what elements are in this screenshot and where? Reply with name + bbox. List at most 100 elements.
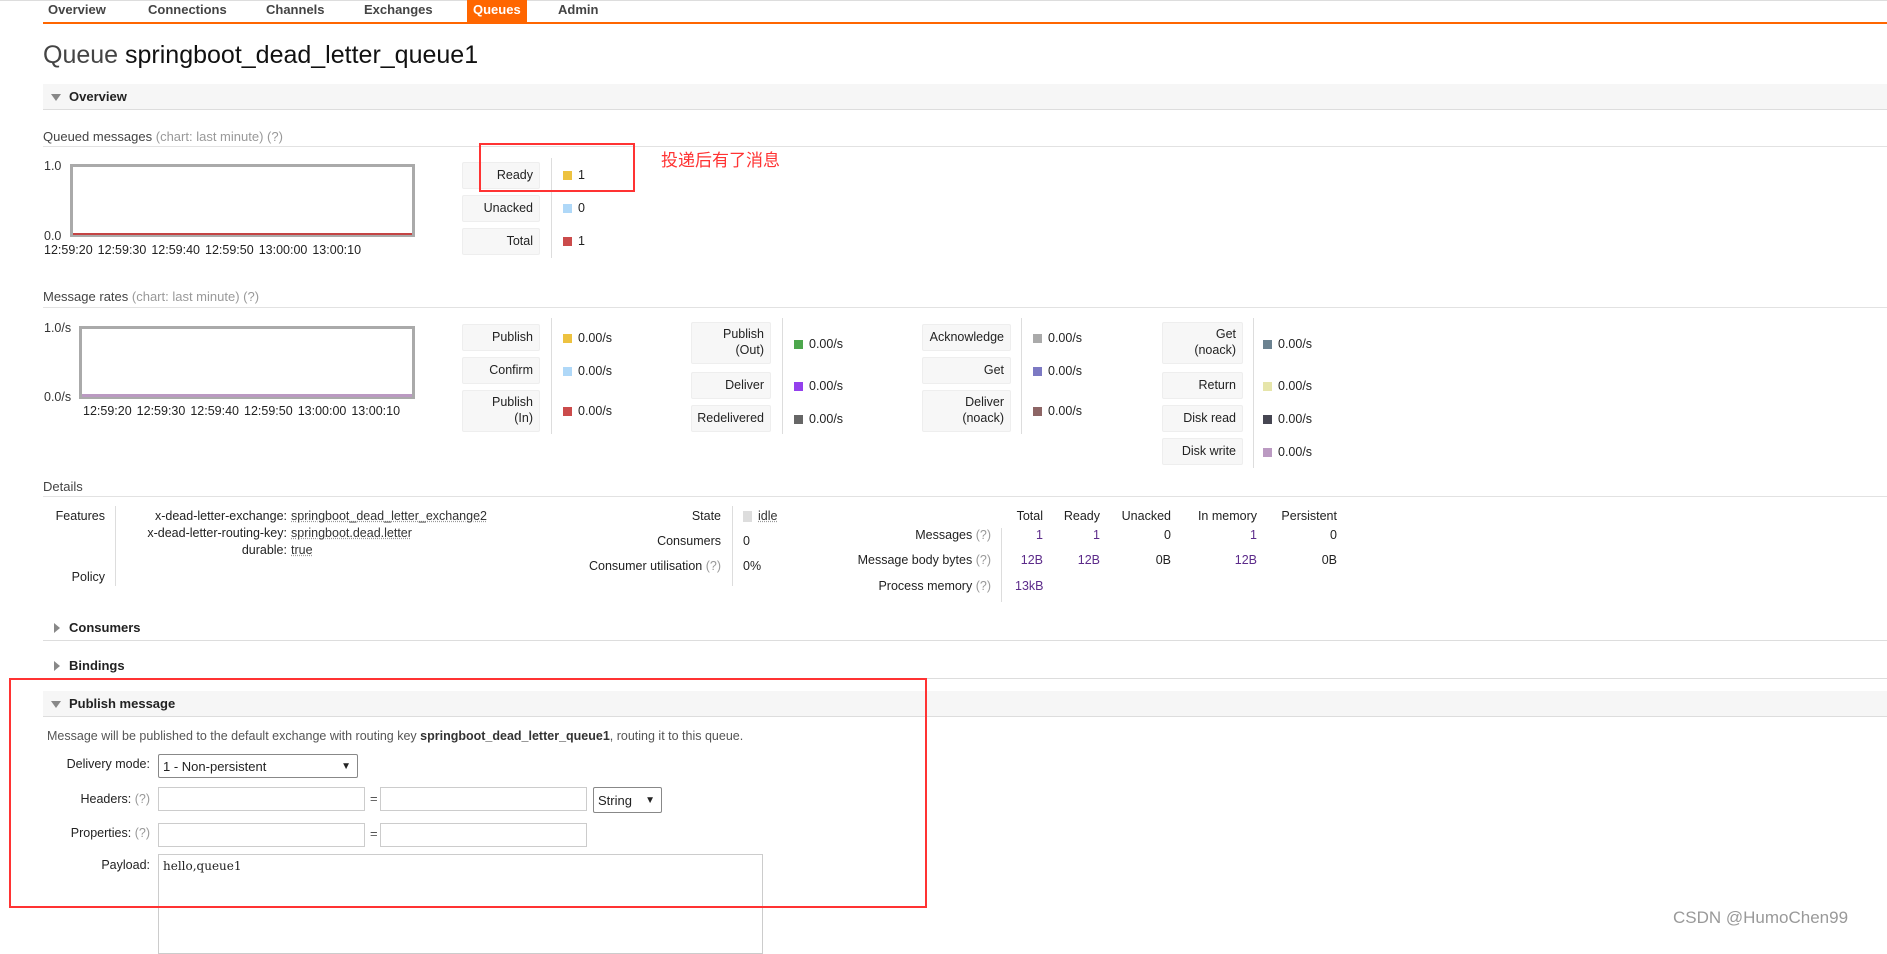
rate-acknowledge-button[interactable]: Acknowledge	[922, 324, 1011, 351]
watermark: CSDN @HumoChen99	[1673, 908, 1849, 927]
stat-value: 12B	[1077, 553, 1100, 567]
chart-series-line	[82, 394, 412, 397]
swatch	[1263, 447, 1272, 457]
rate-publish-button[interactable]: Publish	[462, 324, 540, 351]
x-tick: 12:59:20	[44, 243, 93, 257]
state-label: State	[691, 509, 721, 523]
triangle-right-icon	[54, 661, 60, 671]
x-tick: 13:00:00	[297, 404, 347, 418]
rate-value: 0.00/s	[578, 331, 613, 345]
utilisation-value: 0%	[743, 559, 762, 573]
y-tick: 1.0/s	[44, 321, 72, 335]
legend-total-button[interactable]: Total	[462, 228, 540, 255]
rate-value: 0.00/s	[1048, 404, 1083, 418]
x-tick: 13:00:10	[351, 404, 401, 418]
nav-tab-channels[interactable]: Channels	[266, 2, 325, 17]
stats-row-label: Messages (?)	[915, 528, 991, 542]
consumers-label: Consumers	[657, 534, 721, 548]
help-link[interactable]: (?)	[267, 129, 283, 144]
stat-value: 0B	[1155, 553, 1171, 567]
rate-value: 0.00/s	[1048, 364, 1083, 378]
utilisation-label: Consumer utilisation (?)	[588, 559, 721, 573]
chart-series-line	[73, 233, 412, 235]
rate-deliver-button[interactable]: Deliver	[691, 372, 771, 399]
nav-tab-admin[interactable]: Admin	[558, 2, 598, 17]
rate-redelivered-button[interactable]: Redelivered	[691, 405, 771, 432]
rate-disk-read-button[interactable]: Disk read	[1162, 405, 1243, 432]
page-title: Queue springboot_dead_letter_queue1	[43, 41, 479, 69]
x-tick: 12:59:50	[205, 243, 254, 257]
stat-value: 12B	[1234, 553, 1257, 567]
x-tick: 12:59:30	[97, 243, 147, 257]
y-tick: 0.0	[44, 229, 62, 243]
swatch	[563, 366, 572, 376]
rate-get-noack-button[interactable]: Get (noack)	[1162, 322, 1243, 364]
swatch	[563, 406, 572, 416]
annotation-text: 投递后有了消息	[661, 151, 780, 170]
queued-messages-chart	[70, 164, 415, 237]
help-link[interactable]: (?)	[243, 289, 259, 304]
section-bindings-toggle[interactable]: Bindings	[43, 653, 1887, 679]
stats-header: In memory	[1197, 509, 1257, 523]
swatch	[794, 339, 803, 349]
rate-publish-in-button[interactable]: Publish (In)	[462, 390, 540, 432]
section-consumers-toggle[interactable]: Consumers	[43, 615, 1887, 641]
x-tick: 12:59:40	[151, 243, 201, 257]
stats-header: Total	[1016, 509, 1043, 523]
section-overview-toggle[interactable]: Overview	[43, 84, 1887, 110]
rate-publish-out-button[interactable]: Publish (Out)	[691, 322, 771, 364]
nav-tab-connections[interactable]: Connections	[148, 2, 227, 17]
state-indicator	[743, 510, 752, 522]
feature-value[interactable]: springboot.dead.letter	[291, 526, 412, 540]
x-axis-ticks: 12:59:20 12:59:30 12:59:40 12:59:50 13:00:00…	[44, 243, 361, 257]
annotation-box	[9, 678, 927, 908]
rate-deliver-noack-button[interactable]: Deliver (noack)	[922, 390, 1011, 432]
rate-value: 0.00/s	[578, 364, 613, 378]
total-value: 1	[578, 234, 585, 248]
rate-value: 0.00/s	[1278, 412, 1313, 426]
x-tick: 12:59:30	[136, 404, 186, 418]
stat-value: 0B	[1321, 553, 1337, 567]
x-tick: 12:59:40	[190, 404, 240, 418]
swatch	[1033, 366, 1042, 376]
swatch	[1263, 381, 1272, 391]
consumers-value: 0	[743, 534, 750, 548]
rate-disk-write-button[interactable]: Disk write	[1162, 438, 1243, 465]
state-value: idle	[758, 509, 778, 523]
message-rates-chart	[79, 326, 415, 399]
rate-value: 0.00/s	[809, 412, 844, 426]
unacked-value: 0	[578, 201, 585, 215]
features-label: Features	[55, 509, 105, 523]
y-tick: 1.0	[44, 159, 62, 173]
x-tick: 12:59:50	[244, 404, 293, 418]
x-tick: 13:00:10	[312, 243, 362, 257]
nav-tab-exchanges[interactable]: Exchanges	[364, 2, 433, 17]
rate-value: 0.00/s	[1278, 337, 1313, 351]
x-tick: 12:59:20	[83, 404, 132, 418]
annotation-box	[479, 143, 635, 192]
stat-value: 1	[1250, 528, 1257, 542]
swatch-unacked	[563, 203, 572, 213]
rate-value: 0.00/s	[809, 379, 844, 393]
rate-value: 0.00/s	[578, 404, 613, 418]
stats-header: Ready	[1063, 509, 1100, 523]
triangle-down-icon	[51, 94, 61, 101]
rate-value: 0.00/s	[1048, 331, 1083, 345]
details-label: Details	[43, 479, 83, 494]
rate-get-button[interactable]: Get	[922, 357, 1011, 384]
legend-unacked-button[interactable]: Unacked	[462, 195, 540, 222]
rate-confirm-button[interactable]: Confirm	[462, 357, 540, 384]
feature-key: durable:	[241, 543, 287, 557]
nav-tab-overview[interactable]: Overview	[48, 2, 106, 17]
swatch	[563, 333, 572, 343]
y-tick: 0.0/s	[44, 390, 72, 404]
queued-messages-label: Queued messages (chart: last minute) (?)	[43, 129, 283, 144]
nav-tab-queues[interactable]: Queues	[467, 0, 527, 22]
feature-value[interactable]: true	[291, 543, 313, 557]
feature-value[interactable]: springboot_dead_letter_exchange2	[291, 509, 487, 523]
x-tick: 13:00:00	[258, 243, 308, 257]
x-axis-ticks: 12:59:20 12:59:30 12:59:40 12:59:50 13:00:00…	[83, 404, 400, 418]
rate-return-button[interactable]: Return	[1162, 372, 1243, 399]
stats-row-label: Process memory (?)	[878, 579, 991, 593]
feature-key: x-dead-letter-exchange:	[154, 509, 287, 523]
